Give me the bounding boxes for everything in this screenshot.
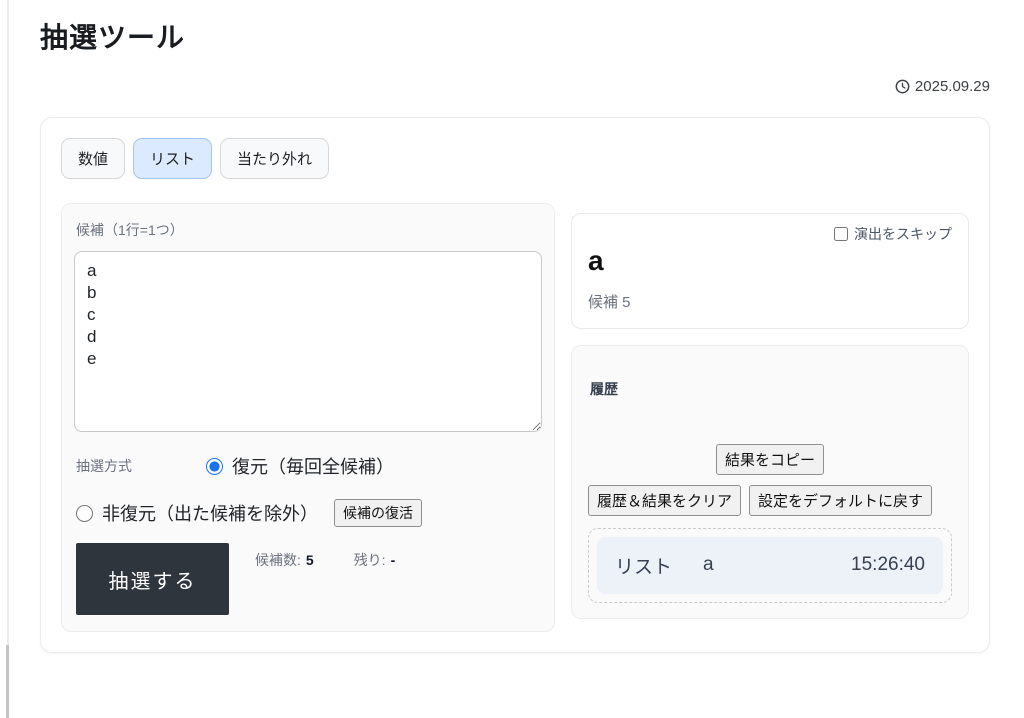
candidates-input[interactable]: a b c d e: [74, 251, 542, 432]
draw-method-row2: 非復元（出た候補を除外） 候補の復活: [76, 499, 542, 527]
clear-history-button[interactable]: 履歴＆結果をクリア: [588, 484, 742, 516]
left-scrollbar-thumb: [6, 645, 9, 718]
radio-without-replacement-input[interactable]: [76, 504, 93, 522]
radio-without-replacement-label: 非復元（出た候補を除外）: [102, 504, 318, 524]
copy-row: 結果をコピー: [588, 443, 952, 475]
candidate-count-value: 5: [305, 552, 314, 568]
draw-method-row: 抽選方式 復元（毎回全候補）: [76, 453, 542, 479]
history-entry-time: 15:26:40: [851, 554, 925, 576]
tab-hit-miss[interactable]: 当たり外れ: [220, 138, 330, 179]
candidates-panel: 候補（1行=1つ） a b c d e 抽選方式 復元（毎回全候補） 非復元（出…: [61, 203, 555, 632]
history-entry-kind: リスト: [615, 556, 673, 578]
date-text: 2025.09.29: [914, 78, 990, 95]
history-list: リスト a 15:26:40: [588, 527, 952, 603]
radio-with-replacement[interactable]: 復元（毎回全候補）: [206, 453, 394, 479]
mode-tabs: 数値 リスト 当たり外れ: [61, 138, 969, 179]
history-panel: 履歴 結果をコピー 履歴＆結果をクリア 設定をデフォルトに戻す リスト a 15…: [571, 344, 969, 619]
main-columns: 候補（1行=1つ） a b c d e 抽選方式 復元（毎回全候補） 非復元（出…: [61, 203, 969, 632]
remaining-label: 残り:: [353, 552, 386, 568]
skip-animation-checkbox[interactable]: [834, 227, 848, 241]
radio-with-replacement-input[interactable]: [206, 457, 223, 475]
clock-icon: [895, 79, 910, 94]
result-meta: 候補 5: [588, 293, 631, 311]
history-entry-value: a: [703, 554, 714, 576]
reset-settings-button[interactable]: 設定をデフォルトに戻す: [749, 484, 933, 516]
candidates-label: 候補（1行=1つ）: [76, 222, 184, 238]
result-value: a: [588, 245, 604, 276]
history-buttons-row: 履歴＆結果をクリア 設定をデフォルトに戻す: [588, 484, 952, 516]
left-border-line: [7, 0, 9, 718]
skip-animation-row: 演出をスキップ: [588, 224, 952, 244]
skip-animation-label: 演出をスキップ: [854, 226, 952, 242]
right-column: 演出をスキップ a 候補 5 履歴 結果をコピー 履歴＆結果をクリア 設定をデフ…: [571, 213, 969, 619]
candidate-count-label: 候補数:: [255, 552, 301, 568]
date-row: 2025.09.29: [40, 78, 990, 95]
copy-result-button[interactable]: 結果をコピー: [715, 443, 824, 475]
draw-method-label: 抽選方式: [76, 458, 132, 474]
remaining: 残り: -: [354, 550, 396, 615]
radio-without-replacement[interactable]: 非復元（出た候補を除外）: [76, 500, 318, 526]
restore-candidates-button[interactable]: 候補の復活: [334, 499, 422, 527]
result-panel: 演出をスキップ a 候補 5: [571, 213, 969, 329]
history-entry: リスト a 15:26:40: [597, 536, 943, 594]
draw-stats: 候補数: 5 残り: -: [255, 543, 395, 615]
candidate-count: 候補数: 5: [255, 550, 314, 615]
tab-number[interactable]: 数値: [61, 138, 126, 179]
draw-button[interactable]: 抽選する: [76, 543, 229, 615]
tab-list[interactable]: リスト: [133, 138, 213, 179]
page: 抽選ツール 2025.09.29 数値 リスト 当たり外れ 候補（1行=1つ） …: [0, 0, 1024, 653]
radio-with-replacement-label: 復元（毎回全候補）: [232, 457, 394, 477]
draw-action-row: 抽選する 候補数: 5 残り: -: [76, 543, 542, 615]
history-title: 履歴: [590, 380, 618, 397]
page-title: 抽選ツール: [40, 22, 186, 53]
tool-card: 数値 リスト 当たり外れ 候補（1行=1つ） a b c d e 抽選方式 復元…: [40, 117, 990, 653]
remaining-value: -: [390, 552, 396, 568]
